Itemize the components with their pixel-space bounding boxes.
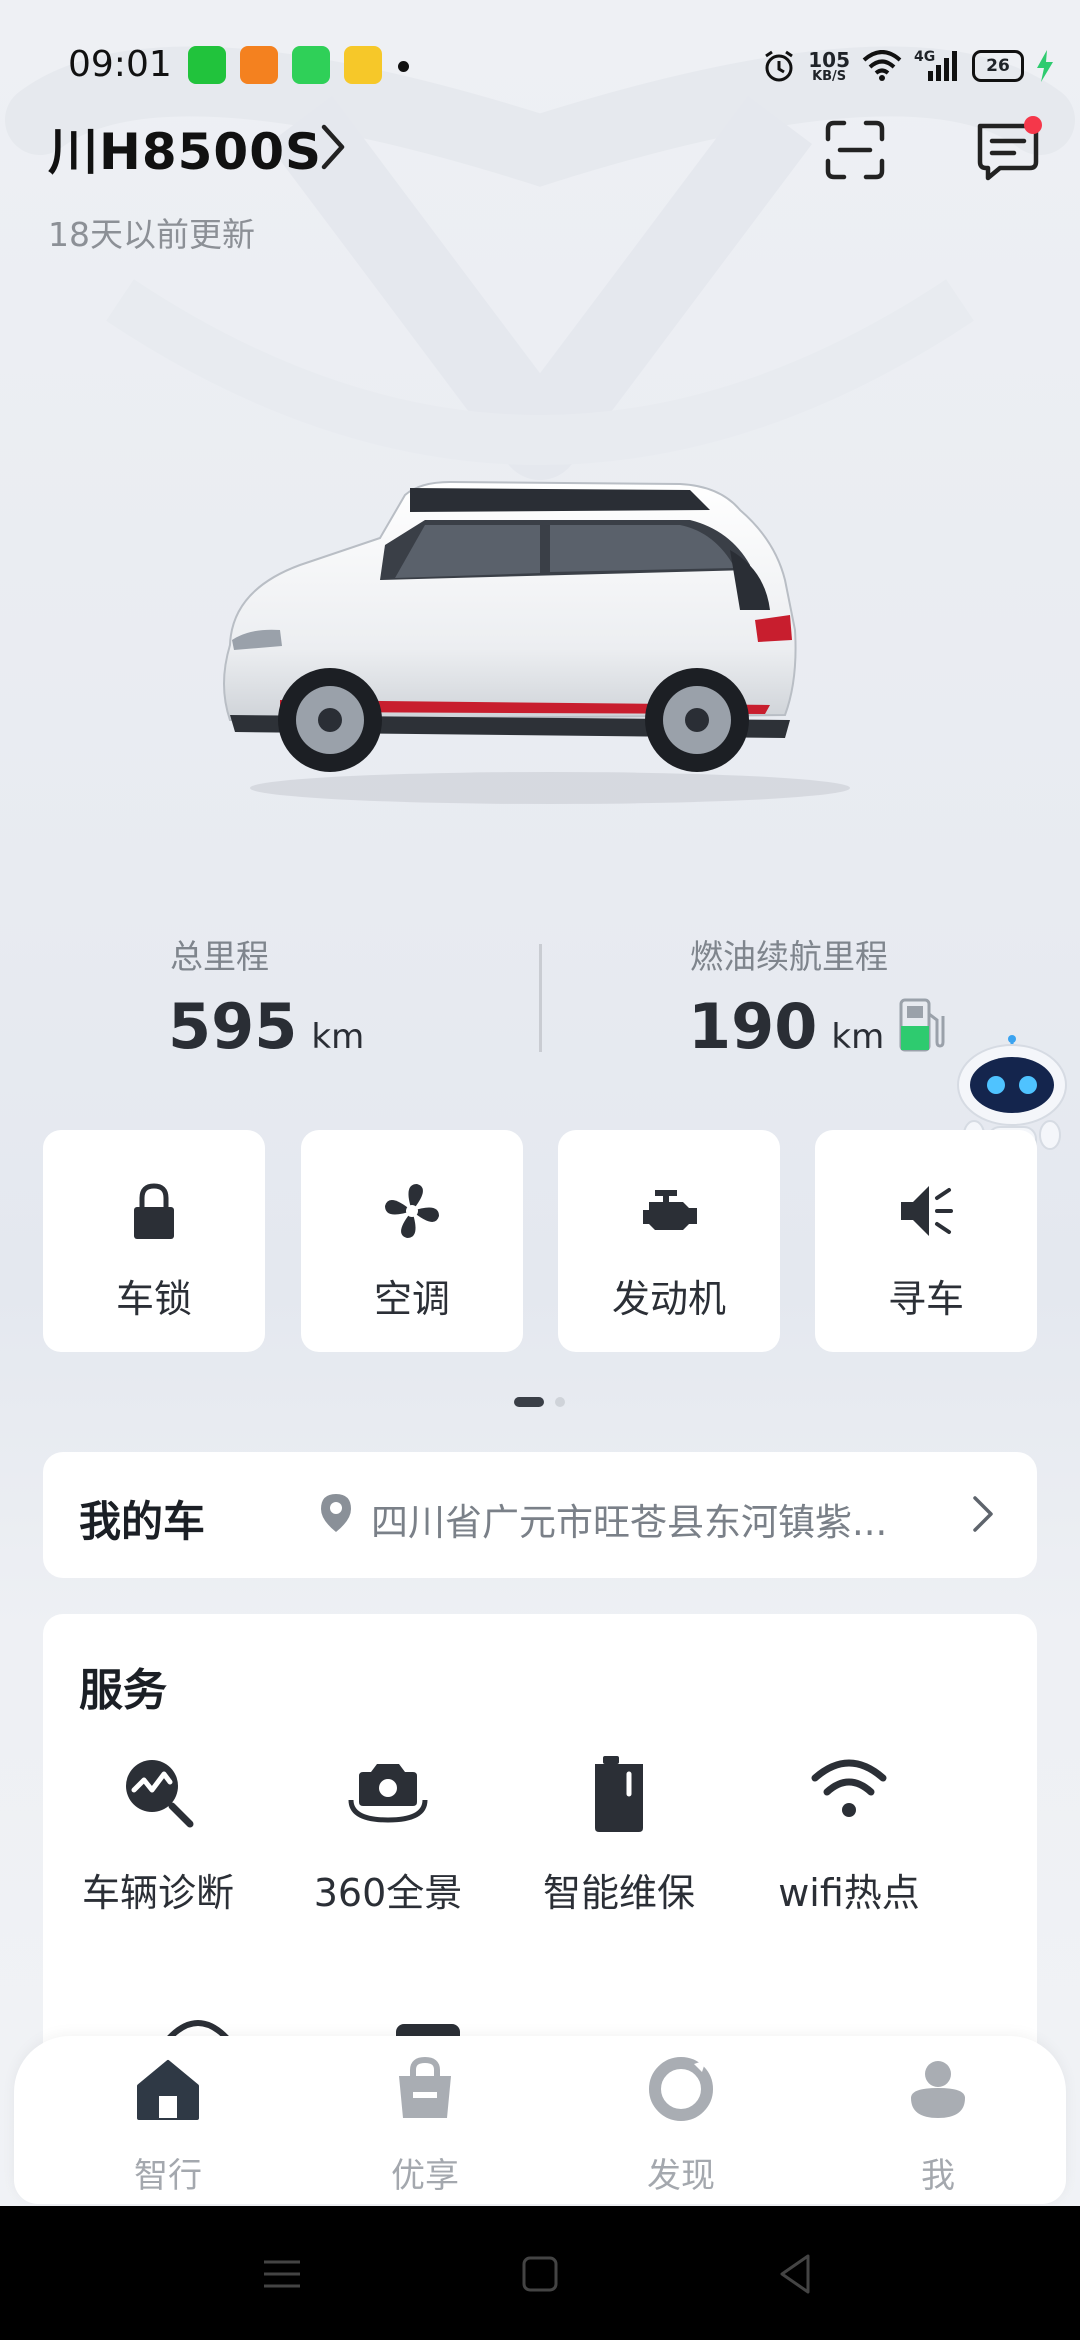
pager-dot-active <box>514 1397 544 1407</box>
service-diagnosis[interactable]: 车辆诊断 <box>43 1754 273 1915</box>
profile-icon <box>911 2061 965 2118</box>
nav-tab-discover[interactable]: 发现 <box>611 2056 751 2196</box>
ac-control[interactable]: 空调 <box>301 1130 523 1352</box>
total-mileage-label: 总里程 <box>170 937 269 976</box>
charging-bolt-icon <box>1037 50 1053 82</box>
service-360-view-label: 360全景 <box>313 1871 463 1915</box>
menu-icon[interactable] <box>258 2250 306 2298</box>
yellow-app-icon <box>344 46 382 84</box>
total-mileage-value-row: 595 km <box>168 990 364 1063</box>
engine-icon <box>643 1190 697 1230</box>
wifi-status-icon <box>862 50 902 81</box>
back-triangle-icon[interactable] <box>772 2250 820 2298</box>
engine-control[interactable]: 发动机 <box>558 1130 780 1352</box>
nav-tab-discover-label: 发现 <box>647 2156 715 2196</box>
service-maintenance[interactable]: 智能维保 <box>504 1754 734 1915</box>
battery-indicator: 26 <box>972 50 1024 82</box>
green-app-icon <box>292 46 330 84</box>
status-bar: 09:01 105 KB/S 4G 26 <box>0 30 1080 100</box>
vehicle-plate[interactable]: 川H8500S <box>48 112 322 184</box>
vehicle-image <box>223 480 850 804</box>
find-car-label: 寻车 <box>887 1277 964 1321</box>
update-time-text: 18天以前更新 <box>48 215 255 254</box>
uc-browser-app-icon <box>240 46 278 84</box>
pager-dot <box>555 1397 565 1407</box>
find-car-control[interactable]: 寻车 <box>815 1130 1037 1352</box>
chevron-right-icon[interactable] <box>318 123 348 171</box>
camera-360-icon <box>348 1764 428 1823</box>
diagnosis-icon <box>126 1760 194 1828</box>
home-icon <box>137 2060 199 2120</box>
lock-icon <box>134 1183 174 1239</box>
fan-icon <box>385 1184 439 1238</box>
network-speed-unit: KB/S <box>812 68 847 84</box>
alarm-icon <box>765 50 794 82</box>
lock-label: 车锁 <box>115 1277 192 1321</box>
system-navigation-bar <box>0 2206 1080 2340</box>
nav-tab-benefits-label: 优享 <box>391 2156 459 2196</box>
cell-signal: 4G <box>914 49 960 83</box>
scan-icon[interactable] <box>820 115 890 185</box>
fuel-range-unit: km <box>831 1017 885 1057</box>
more-notifications-dot <box>398 61 409 72</box>
chevron-right-icon <box>973 1496 993 1532</box>
service-diagnosis-label: 车辆诊断 <box>81 1871 234 1915</box>
message-badge <box>1024 116 1042 134</box>
service-360-view[interactable]: 360全景 <box>273 1754 503 1915</box>
service-maintenance-label: 智能维保 <box>542 1871 695 1915</box>
nav-tab-me-label: 我 <box>921 2156 955 2196</box>
network-speed-value: 105 <box>808 47 850 72</box>
fuel-pump-icon <box>899 998 945 1052</box>
nav-tab-me[interactable]: 我 <box>868 2056 1008 2196</box>
bottom-navigation: 智行 优享 发现 我 <box>14 2036 1066 2204</box>
fuel-range-value: 190 <box>688 990 818 1063</box>
status-time: 09:01 <box>68 44 172 85</box>
ac-label: 空调 <box>373 1277 450 1321</box>
home-square-icon[interactable] <box>516 2250 564 2298</box>
service-wifi-hotspot-label: wifi热点 <box>778 1871 920 1915</box>
network-speed: 105 KB/S <box>808 50 850 83</box>
nav-tab-smart-drive[interactable]: 智行 <box>98 2056 238 2196</box>
iqiyi-app-icon <box>188 46 226 84</box>
cell-signal-icon <box>928 51 957 81</box>
lock-control[interactable]: 车锁 <box>43 1130 265 1352</box>
maintenance-icon <box>595 1756 643 1832</box>
service-wifi-hotspot[interactable]: wifi热点 <box>734 1754 964 1915</box>
total-mileage-value: 595 <box>168 990 298 1063</box>
nav-tab-benefits[interactable]: 优享 <box>355 2056 495 2196</box>
wifi-icon <box>811 1759 887 1817</box>
location-pin-icon <box>321 1494 351 1532</box>
engine-label: 发动机 <box>611 1277 726 1321</box>
fuel-range-value-row: 190 km <box>688 990 884 1063</box>
nav-tab-smart-drive-label: 智行 <box>134 2156 202 2196</box>
my-car-address: 四川省广元市旺苍县东河镇紫... <box>371 1501 888 1544</box>
services-title: 服务 <box>79 1665 167 1716</box>
horn-icon <box>901 1186 953 1236</box>
stats-divider <box>539 944 542 1052</box>
battery-level: 26 <box>986 56 1010 76</box>
total-mileage-unit: km <box>311 1017 365 1057</box>
my-car-title: 我的车 <box>79 1497 206 1546</box>
discover-icon <box>649 2057 713 2121</box>
fuel-range-label: 燃油续航里程 <box>690 937 888 976</box>
shopping-bag-icon <box>399 2056 451 2118</box>
my-car-card[interactable]: 我的车 四川省广元市旺苍县东河镇紫... <box>43 1452 1037 1578</box>
